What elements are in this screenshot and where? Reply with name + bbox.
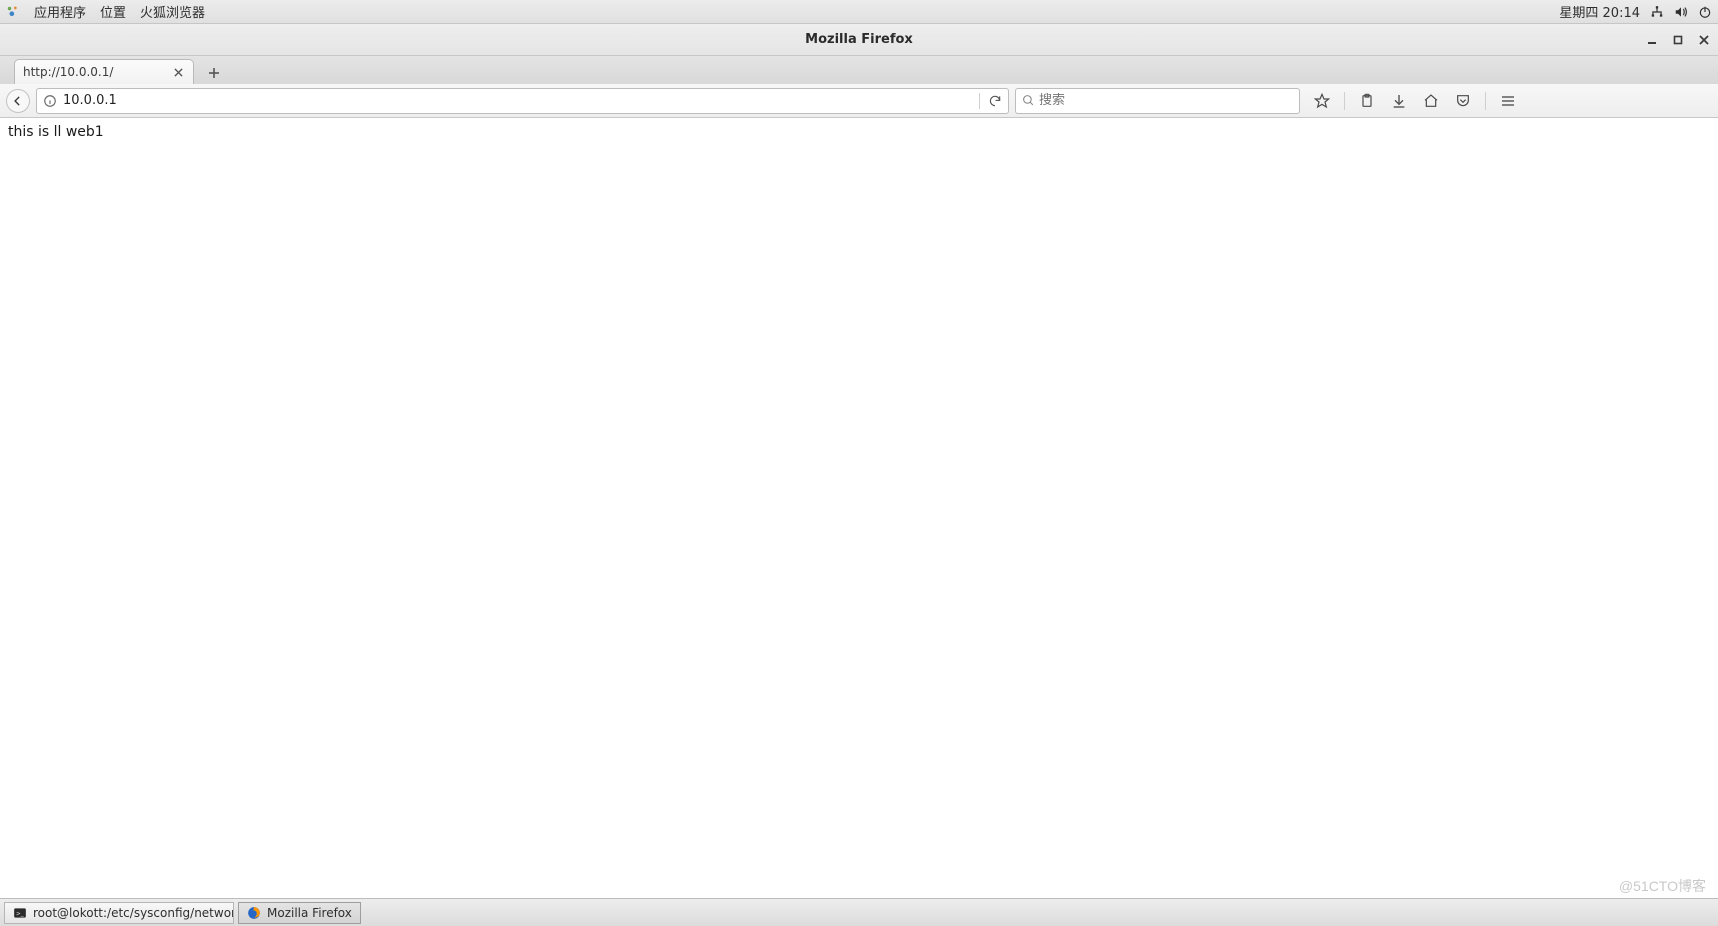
pocket-icon[interactable] (1453, 91, 1473, 111)
toolbar-separator (1485, 92, 1486, 110)
window-close-button[interactable] (1696, 32, 1712, 48)
browser-tab-active[interactable]: http://10.0.0.1/ (14, 59, 194, 84)
network-icon[interactable] (1650, 5, 1664, 19)
reload-icon[interactable] (986, 92, 1004, 110)
window-minimize-button[interactable] (1644, 32, 1660, 48)
terminal-icon: >_ (13, 906, 27, 920)
search-icon (1022, 94, 1035, 107)
search-bar[interactable] (1015, 88, 1300, 114)
gnome-panel-right: 星期四 20:14 (1559, 2, 1712, 21)
taskbar-item-terminal[interactable]: >_ root@lokott:/etc/sysconfig/networ… (4, 902, 234, 924)
url-input[interactable] (63, 89, 973, 113)
tab-close-icon[interactable] (171, 65, 185, 79)
menu-applications[interactable]: 应用程序 (34, 2, 86, 21)
navigation-toolbar (0, 84, 1718, 118)
home-icon[interactable] (1421, 91, 1441, 111)
power-icon[interactable] (1698, 5, 1712, 19)
tab-strip: http://10.0.0.1/ (0, 56, 1718, 84)
hamburger-menu-icon[interactable] (1498, 91, 1518, 111)
firefox-icon (247, 906, 261, 920)
url-bar[interactable] (36, 88, 1009, 114)
back-button[interactable] (6, 89, 30, 113)
bookmark-star-icon[interactable] (1312, 91, 1332, 111)
taskbar-item-label: Mozilla Firefox (267, 906, 352, 920)
gnome-top-panel: 应用程序 位置 火狐浏览器 星期四 20:14 (0, 0, 1718, 24)
os-taskbar: >_ root@lokott:/etc/sysconfig/networ… Mo… (0, 898, 1718, 926)
window-controls (1644, 24, 1712, 55)
page-viewport: this is ll web1 (0, 118, 1718, 898)
volume-icon[interactable] (1674, 5, 1688, 19)
downloads-icon[interactable] (1389, 91, 1409, 111)
clipboard-icon[interactable] (1357, 91, 1377, 111)
window-maximize-button[interactable] (1670, 32, 1686, 48)
toolbar-separator (1344, 92, 1345, 110)
menu-places[interactable]: 位置 (100, 2, 126, 21)
taskbar-item-firefox[interactable]: Mozilla Firefox (238, 902, 361, 924)
watermark: @51CTO博客 (1619, 876, 1706, 896)
panel-clock[interactable]: 星期四 20:14 (1559, 2, 1640, 21)
svg-text:>_: >_ (16, 911, 24, 917)
identity-info-icon[interactable] (41, 92, 59, 110)
new-tab-button[interactable] (202, 62, 226, 84)
tab-label: http://10.0.0.1/ (23, 65, 113, 79)
window-titlebar: Mozilla Firefox (0, 24, 1718, 56)
toolbar-icon-group (1312, 91, 1518, 111)
menu-firefox[interactable]: 火狐浏览器 (140, 2, 205, 21)
taskbar-item-label: root@lokott:/etc/sysconfig/networ… (33, 906, 234, 920)
urlbar-separator (979, 93, 980, 109)
gnome-foot-icon (6, 5, 20, 19)
page-body-text: this is ll web1 (8, 124, 104, 140)
search-input[interactable] (1039, 93, 1293, 108)
window-title: Mozilla Firefox (805, 32, 913, 47)
gnome-panel-left: 应用程序 位置 火狐浏览器 (6, 2, 205, 21)
